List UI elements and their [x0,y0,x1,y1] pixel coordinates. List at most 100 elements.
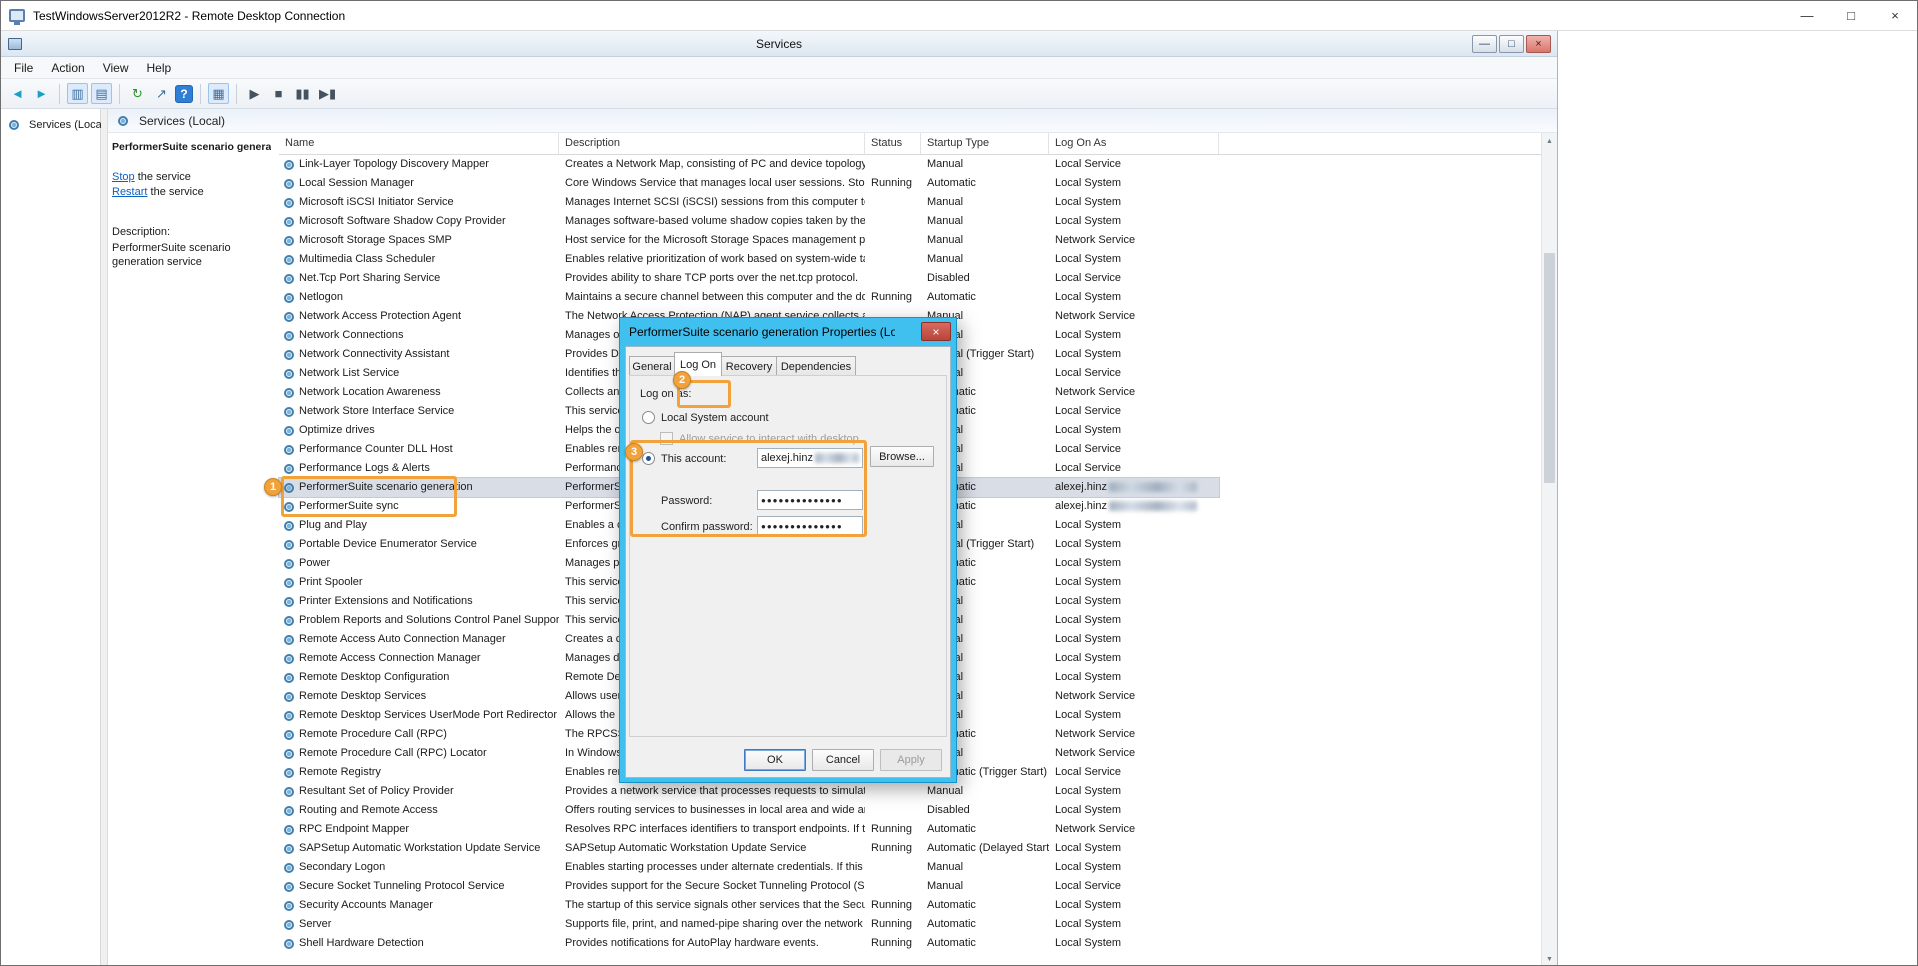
show-hide-console-tree-icon[interactable]: ▥ [67,83,88,104]
apply-button: Apply [880,749,942,771]
vertical-scrollbar[interactable]: ▲ ▼ [1541,133,1557,966]
table-row[interactable]: Local Session ManagerCore Windows Servic… [279,174,1219,193]
password-label: Password: [661,495,712,507]
table-row[interactable]: Net.Tcp Port Sharing ServiceProvides abi… [279,269,1219,288]
cancel-button[interactable]: Cancel [812,749,874,771]
this-account-label: This account: [661,453,726,465]
menu-bar: File Action View Help [1,57,1557,79]
table-row[interactable]: Microsoft Software Shadow Copy ProviderM… [279,212,1219,231]
menu-file[interactable]: File [5,57,42,78]
table-row[interactable]: Resultant Set of Policy ProviderProvides… [279,782,1219,801]
column-header-status[interactable]: Status [865,133,921,154]
service-gear-icon [284,331,294,341]
table-row[interactable]: Microsoft Storage Spaces SMPHost service… [279,231,1219,250]
scroll-down-icon[interactable]: ▼ [1542,951,1557,966]
back-icon[interactable]: ◄ [7,83,28,104]
table-row[interactable]: Shell Hardware DetectionProvides notific… [279,934,1219,953]
service-startup-cell: Manual [921,877,1049,896]
service-startup-cell: Automatic [921,915,1049,934]
interact-desktop-checkbox[interactable] [660,432,673,445]
show-description-icon[interactable]: ▦ [208,83,229,104]
tree-item-services-local[interactable]: Services (Local) [1,117,100,133]
table-row[interactable]: RPC Endpoint MapperResolves RPC interfac… [279,820,1219,839]
service-name-cell: Network Location Awareness [279,383,559,402]
scrollbar-thumb[interactable] [1544,253,1555,483]
service-logon-cell: Local System [1049,915,1219,934]
table-row[interactable]: Secure Socket Tunneling Protocol Service… [279,877,1219,896]
services-close-button[interactable]: × [1526,35,1551,53]
rdp-minimize-button[interactable]: — [1785,1,1829,30]
help-icon[interactable]: ? [175,85,193,103]
rdp-close-button[interactable]: × [1873,1,1917,30]
column-header-log-on-as[interactable]: Log On As [1049,133,1219,154]
menu-view[interactable]: View [94,57,138,78]
table-row[interactable]: Secondary LogonEnables starting processe… [279,858,1219,877]
services-restore-button[interactable]: □ [1499,35,1524,53]
services-pane-title: Services (Local) [139,114,225,128]
rdp-maximize-button[interactable]: □ [1829,1,1873,30]
browse-button[interactable]: Browse... [870,446,934,467]
table-row[interactable]: Link-Layer Topology Discovery MapperCrea… [279,155,1219,174]
restart-service-link[interactable]: Restart [112,186,147,198]
service-name-cell: Problem Reports and Solutions Control Pa… [279,611,559,630]
column-header-name[interactable]: Name [279,133,559,154]
tab-recovery[interactable]: Recovery [721,356,777,376]
annotation-badge-1: 1 [264,478,282,496]
table-row[interactable]: NetlogonMaintains a secure channel betwe… [279,288,1219,307]
service-description-cell: Provides ability to share TCP ports over… [559,269,865,288]
service-gear-icon [284,597,294,607]
refresh-icon[interactable]: ↻ [127,83,148,104]
table-row[interactable]: Security Accounts ManagerThe startup of … [279,896,1219,915]
service-gear-icon [284,787,294,797]
service-status-cell: Running [865,820,921,839]
password-input[interactable]: ●●●●●●●●●●●●●● [757,490,863,510]
confirm-password-label: Confirm password: [661,521,753,533]
table-row[interactable]: Routing and Remote AccessOffers routing … [279,801,1219,820]
service-description-cell: SAPSetup Automatic Workstation Update Se… [559,839,865,858]
menu-action[interactable]: Action [42,57,93,78]
confirm-password-input[interactable]: ●●●●●●●●●●●●●● [757,516,863,536]
account-input[interactable]: alexej.hinz [757,448,863,468]
table-row[interactable]: SAPSetup Automatic Workstation Update Se… [279,839,1219,858]
ok-button[interactable]: OK [744,749,806,771]
service-status-cell [865,269,921,288]
export-list-icon[interactable]: ↗ [151,83,172,104]
column-header-description[interactable]: Description [559,133,865,154]
properties-icon[interactable]: ▤ [91,83,112,104]
start-service-icon[interactable]: ▶ [244,83,265,104]
toolbar-separator [119,84,120,104]
service-name-cell: Routing and Remote Access [279,801,559,820]
stop-service-link[interactable]: Stop [112,171,135,183]
service-logon-cell: Network Service [1049,820,1219,839]
service-gear-icon [284,369,294,379]
service-name-cell: Server [279,915,559,934]
restart-service-icon[interactable]: ▶▮ [316,83,339,104]
rdp-window: TestWindowsServer2012R2 - Remote Desktop… [0,0,1918,966]
service-name-cell: Resultant Set of Policy Provider [279,782,559,801]
stop-service-icon[interactable]: ■ [268,83,289,104]
dialog-close-button[interactable]: × [921,322,951,341]
table-row[interactable]: Microsoft iSCSI Initiator ServiceManages… [279,193,1219,212]
tab-general[interactable]: General [629,356,675,376]
log-on-as-label: Log on as: [640,388,691,400]
service-name-cell: Print Spooler [279,573,559,592]
scroll-up-icon[interactable]: ▲ [1542,133,1557,149]
service-name-cell: RPC Endpoint Mapper [279,820,559,839]
service-status-cell [865,193,921,212]
local-system-radio[interactable] [642,411,655,424]
tab-dependencies[interactable]: Dependencies [776,356,856,376]
service-status-cell: Running [865,896,921,915]
service-description-cell: The startup of this service signals othe… [559,896,865,915]
service-name-cell: Multimedia Class Scheduler [279,250,559,269]
table-row[interactable]: ServerSupports file, print, and named-pi… [279,915,1219,934]
services-minimize-button[interactable]: — [1472,35,1497,53]
this-account-radio[interactable] [642,452,655,465]
pane-splitter[interactable] [101,109,108,966]
pause-service-icon[interactable]: ▮▮ [292,83,313,104]
service-name-cell: Network Access Protection Agent [279,307,559,326]
column-header-startup-type[interactable]: Startup Type [921,133,1049,154]
menu-help[interactable]: Help [138,57,181,78]
service-startup-cell: Automatic [921,174,1049,193]
table-row[interactable]: Multimedia Class SchedulerEnables relati… [279,250,1219,269]
forward-icon[interactable]: ► [31,83,52,104]
